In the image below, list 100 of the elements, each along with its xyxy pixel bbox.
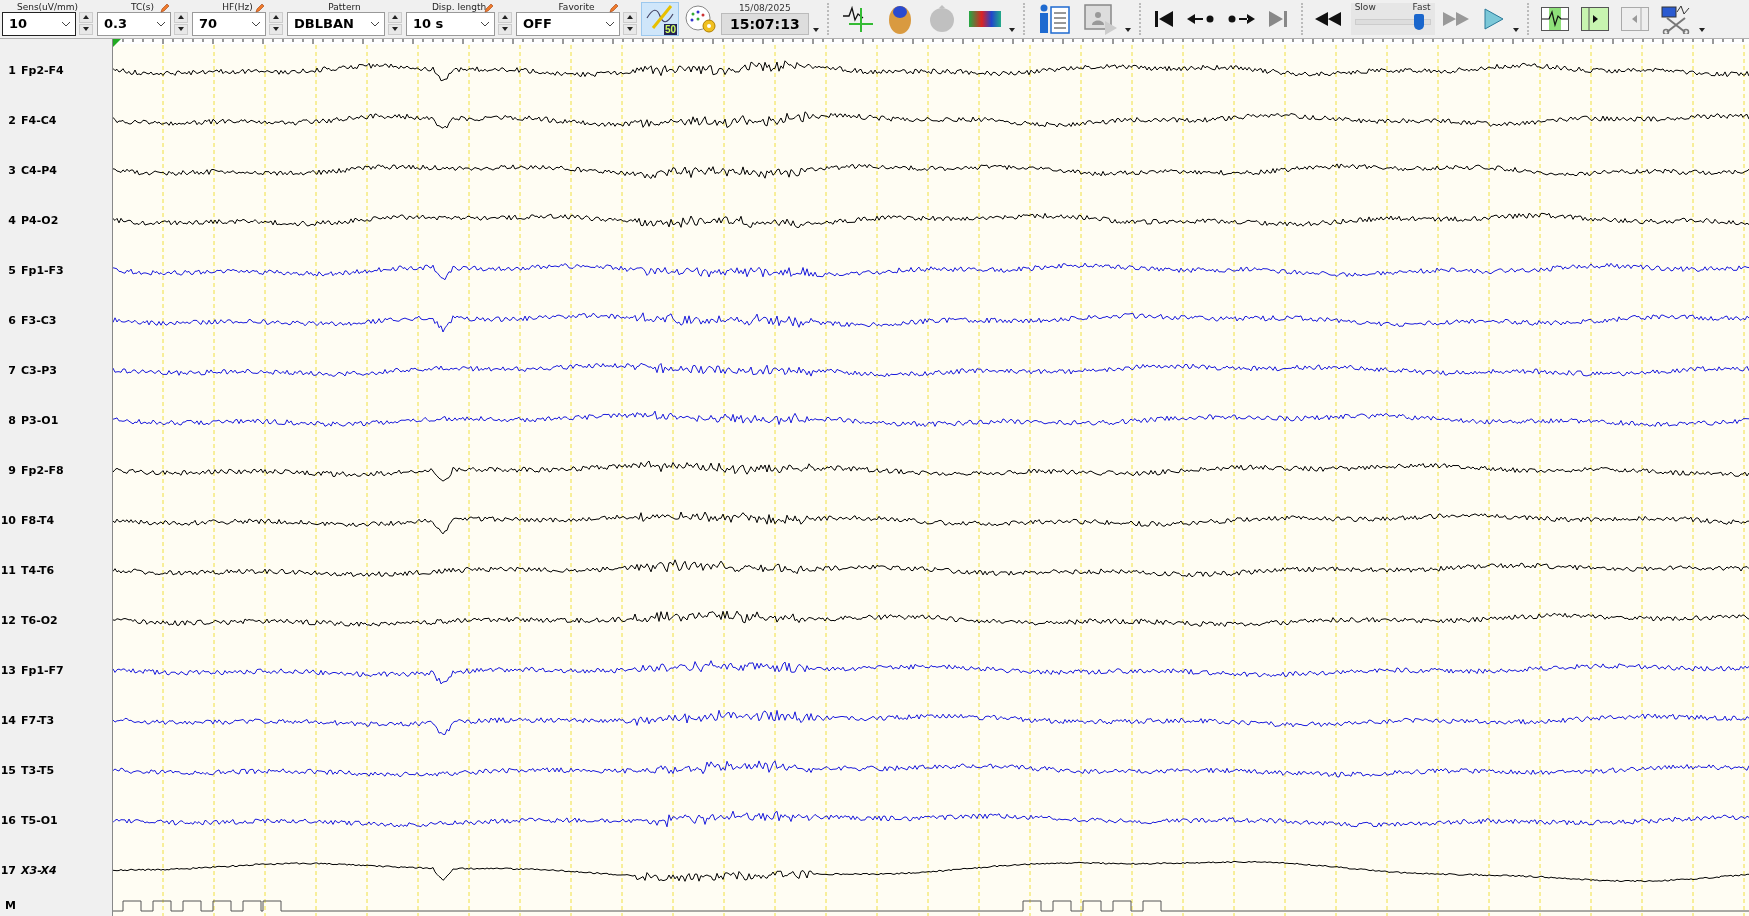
spin-down-button[interactable]	[623, 23, 637, 35]
chevron-down-icon	[61, 20, 71, 27]
chevron-down-icon	[480, 20, 490, 27]
channel-name: T4-T6	[21, 563, 55, 577]
spin-down-button[interactable]	[79, 23, 93, 35]
pencil-icon[interactable]	[609, 2, 619, 13]
triangle-up-icon	[627, 15, 633, 19]
caret-icon[interactable]	[1008, 28, 1015, 32]
channel-name: F4-C4	[21, 113, 57, 127]
control-label: HF(Hz)	[222, 2, 253, 12]
pencil-icon[interactable]	[484, 2, 494, 13]
chevron-down-icon	[605, 20, 615, 27]
channel-number: 7	[7, 363, 16, 377]
dropdown-field[interactable]: OFF	[516, 11, 620, 36]
spin-down-button[interactable]	[388, 23, 402, 35]
channel-number: 12	[0, 613, 16, 627]
step-back-icon[interactable]	[1186, 13, 1215, 25]
caret-icon[interactable]	[812, 28, 819, 32]
slow-label: Slow	[1354, 3, 1376, 12]
dropdown-field[interactable]: DBLBAN	[287, 11, 385, 36]
channel-number: 16	[0, 813, 16, 827]
channel-name: P4-O2	[21, 213, 59, 227]
channel-name: T6-O2	[21, 613, 58, 627]
channel-number: 13	[0, 663, 16, 677]
channel-name: F7-T3	[21, 713, 55, 727]
triangle-down-icon	[502, 27, 508, 31]
channel-name: Fp2-F8	[21, 463, 64, 477]
caret-icon[interactable]	[1124, 28, 1131, 32]
channel-number: 15	[0, 763, 16, 777]
channel-number: 3	[7, 163, 16, 177]
channel-name: F8-T4	[21, 513, 55, 527]
triangle-down-icon	[83, 27, 89, 31]
channel-number: 4	[7, 213, 16, 227]
channel-number: 8	[7, 413, 16, 427]
channel-name: F3-C3	[21, 313, 57, 327]
fast-label: Fast	[1412, 3, 1431, 12]
filter-button[interactable]: 50	[641, 2, 679, 36]
control-label: Favorite	[558, 2, 595, 12]
spin-up-button[interactable]	[623, 11, 637, 23]
caret-icon[interactable]	[1698, 28, 1705, 32]
channel-number: 10	[0, 513, 16, 527]
filter-badge: 50	[663, 24, 677, 35]
spin-up-button[interactable]	[269, 11, 283, 23]
dropdown-field[interactable]: 0.3	[97, 11, 171, 36]
chevron-down-icon	[370, 20, 380, 27]
spectrogram-icon[interactable]	[968, 11, 1001, 27]
triangle-up-icon	[178, 15, 184, 19]
channel-number: 1	[7, 63, 16, 77]
triangle-up-icon	[273, 15, 279, 19]
pencil-icon[interactable]	[255, 2, 265, 13]
channel-number: 2	[7, 113, 16, 127]
waveform-cursor-icon[interactable]	[840, 4, 873, 34]
spin-up-button[interactable]	[79, 11, 93, 23]
channel-number: 9	[7, 463, 16, 477]
video-cut-icon[interactable]	[1660, 4, 1691, 34]
channel-name: X3-X4	[21, 863, 57, 877]
slider-thumb[interactable]	[1414, 14, 1425, 30]
dropdown-field[interactable]: 70	[192, 11, 266, 36]
chevron-down-icon	[156, 20, 166, 27]
control-label: Disp. length	[431, 2, 487, 12]
channel-number: 14	[0, 713, 16, 727]
control-label: TC(s)	[131, 2, 154, 12]
skip-to-end-icon[interactable]	[1266, 9, 1289, 29]
marker-row-label: M	[4, 898, 16, 912]
spin-down-button[interactable]	[269, 23, 283, 35]
speed-slider[interactable]	[1354, 13, 1431, 31]
channel-name: C3-P3	[21, 363, 57, 377]
channel-number: 11	[0, 563, 16, 577]
pencil-icon[interactable]	[160, 2, 170, 13]
spin-down-button[interactable]	[174, 23, 188, 35]
triangle-up-icon	[83, 15, 89, 19]
play-icon[interactable]	[1482, 8, 1505, 30]
channel-number: 5	[7, 263, 16, 277]
chevron-down-icon	[251, 20, 261, 27]
electrode-settings-icon[interactable]	[683, 4, 717, 34]
rewind-icon[interactable]	[1314, 11, 1343, 27]
date-label: 15/08/2025	[738, 3, 791, 13]
triangle-down-icon	[178, 27, 184, 31]
back-marker-icon[interactable]	[1620, 7, 1649, 31]
channel-number: 6	[7, 313, 16, 327]
channel-number: 17	[0, 863, 16, 877]
channel-name: T3-T5	[21, 763, 55, 777]
waveform-icon[interactable]	[1540, 7, 1569, 31]
caret-icon[interactable]	[1512, 28, 1519, 32]
channel-name: C4-P4	[21, 163, 57, 177]
spin-up-button[interactable]	[498, 11, 512, 23]
time-display: 15:07:13	[721, 12, 809, 35]
channel-name: Fp1-F7	[21, 663, 64, 677]
spin-up-button[interactable]	[388, 11, 402, 23]
dropdown-field[interactable]: 10 s	[406, 11, 495, 36]
play-marker-icon[interactable]	[1580, 7, 1609, 31]
triangle-down-icon	[273, 27, 279, 31]
dropdown-field[interactable]: 10	[2, 11, 76, 36]
spin-up-button[interactable]	[174, 11, 188, 23]
spin-down-button[interactable]	[498, 23, 512, 35]
skip-to-start-icon[interactable]	[1152, 9, 1175, 29]
step-forward-icon[interactable]	[1226, 13, 1255, 25]
triangle-up-icon	[502, 15, 508, 19]
triangle-down-icon	[392, 27, 398, 31]
channel-name: Fp2-F4	[21, 63, 64, 77]
